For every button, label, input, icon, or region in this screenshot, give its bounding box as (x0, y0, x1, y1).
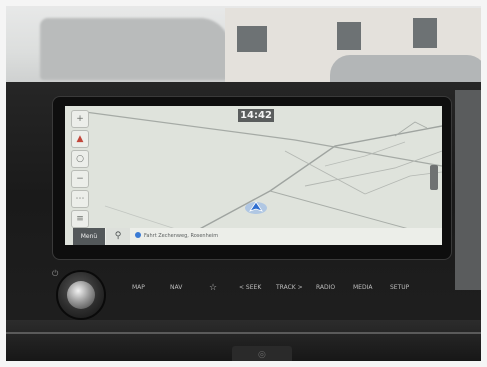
dashboard-side-panel (455, 90, 487, 290)
hardware-button-row: MAP NAV ☆ < SEEK TRACK > RADIO MEDIA SET… (110, 280, 450, 296)
volume-knob[interactable] (56, 270, 106, 320)
layers-icon[interactable]: ≡ (71, 210, 89, 228)
destination-pin-icon (135, 232, 141, 238)
map-side-controls: + ▲ ○ − ⋯ ≡ (65, 106, 93, 228)
setup-button[interactable]: SETUP (390, 280, 409, 296)
destination-text: Fahrt Zechenweg, Rosenheim (144, 233, 219, 239)
search-icon[interactable]: ⚲ (106, 228, 130, 245)
vehicle-position-icon (245, 201, 267, 214)
menu-button[interactable]: Menü (73, 228, 105, 245)
zoom-out-icon[interactable]: − (71, 170, 89, 188)
power-icon: ⏻ (52, 269, 59, 278)
seek-button[interactable]: < SEEK (239, 280, 261, 296)
parked-car-left (40, 18, 230, 80)
radio-button[interactable]: RADIO (316, 280, 335, 296)
navigation-screen[interactable]: 14:42 + ▲ ○ − ⋯ ≡ Menü ⚲ Fahrt Zechenweg… (65, 106, 442, 245)
compass-icon[interactable]: ▲ (71, 130, 89, 148)
map-canvas[interactable] (65, 106, 442, 245)
nav-button[interactable]: NAV (170, 280, 182, 296)
options-icon[interactable]: ⋯ (71, 190, 89, 208)
clock: 14:42 (238, 109, 274, 122)
zoom-in-icon[interactable]: + (71, 110, 89, 128)
trim-line (0, 332, 487, 334)
screen-side-tab[interactable] (430, 165, 438, 190)
view-icon[interactable]: ○ (71, 150, 89, 168)
map-button[interactable]: MAP (132, 280, 145, 296)
destination-field[interactable]: Fahrt Zechenweg, Rosenheim (131, 230, 281, 243)
map-bottom-bar: Menü ⚲ Fahrt Zechenweg, Rosenheim (73, 228, 442, 245)
media-button[interactable]: MEDIA (353, 280, 372, 296)
track-button[interactable]: TRACK > (276, 280, 303, 296)
hazard-icon: ◎ (258, 350, 266, 360)
favorite-icon[interactable]: ☆ (209, 280, 217, 296)
